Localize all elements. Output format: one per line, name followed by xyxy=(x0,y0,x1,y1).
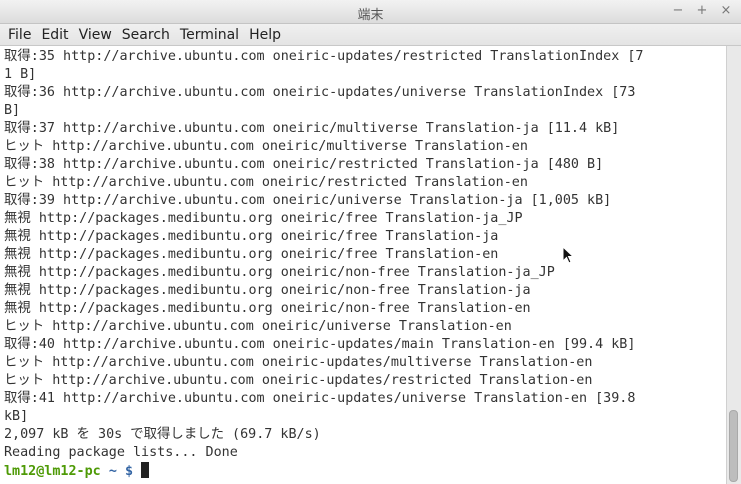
terminal-line: 取得:41 http://archive.ubuntu.com oneiric-… xyxy=(4,391,636,406)
terminal-line: 取得:38 http://archive.ubuntu.com oneiric/… xyxy=(4,157,604,172)
terminal-line: 2,097 kB を 30s で取得しました (69.7 kB/s) xyxy=(4,427,321,442)
terminal-line: 無視 http://packages.medibuntu.org oneiric… xyxy=(4,301,531,316)
menu-search[interactable]: Search xyxy=(117,27,175,43)
terminal-line: 無視 http://packages.medibuntu.org oneiric… xyxy=(4,265,555,280)
terminal-line: kB] xyxy=(4,409,29,424)
terminal-line: 取得:39 http://archive.ubuntu.com oneiric/… xyxy=(4,193,612,208)
prompt-path: ~ xyxy=(108,464,117,479)
terminal-output[interactable]: 取得:35 http://archive.ubuntu.com oneiric-… xyxy=(0,46,726,484)
terminal-line: ヒット http://archive.ubuntu.com oneiric-up… xyxy=(4,373,593,388)
window-title: 端末 xyxy=(357,8,384,23)
terminal-line: ヒット http://archive.ubuntu.com oneiric/un… xyxy=(4,319,512,334)
menu-help[interactable]: Help xyxy=(244,27,286,43)
scrollbar-thumb[interactable] xyxy=(729,410,738,482)
menu-file[interactable]: File xyxy=(3,27,36,43)
terminal-line: ヒット http://archive.ubuntu.com oneiric/re… xyxy=(4,175,528,190)
window-controls: − + × xyxy=(671,3,733,19)
mouse-pointer-icon xyxy=(562,246,574,264)
prompt-line[interactable]: lm12@lm12-pc ~ $ xyxy=(4,462,726,480)
maximize-button[interactable]: + xyxy=(695,3,709,19)
terminal-line: 無視 http://packages.medibuntu.org oneiric… xyxy=(4,247,499,262)
terminal-line: 無視 http://packages.medibuntu.org oneiric… xyxy=(4,211,523,226)
terminal-line: ヒット http://archive.ubuntu.com oneiric/mu… xyxy=(4,139,528,154)
prompt-user-host: lm12@lm12-pc xyxy=(4,464,101,479)
text-cursor xyxy=(141,462,150,478)
terminal-line: 1 B] xyxy=(4,67,37,82)
terminal-line: 無視 http://packages.medibuntu.org oneiric… xyxy=(4,283,531,298)
minimize-button[interactable]: − xyxy=(671,3,685,19)
terminal-line: 取得:36 http://archive.ubuntu.com oneiric-… xyxy=(4,85,636,100)
terminal-line: Reading package lists... Done xyxy=(4,445,238,460)
terminal-line: ヒット http://archive.ubuntu.com oneiric-up… xyxy=(4,355,593,370)
close-button[interactable]: × xyxy=(719,3,733,19)
terminal-line: 取得:37 http://archive.ubuntu.com oneiric/… xyxy=(4,121,620,136)
prompt-symbol: $ xyxy=(124,464,133,479)
vertical-scrollbar[interactable] xyxy=(726,46,741,484)
terminal-line: B] xyxy=(4,103,21,118)
terminal-window: 端末 − + × File Edit View Search Terminal … xyxy=(0,0,741,484)
terminal-line: 取得:35 http://archive.ubuntu.com oneiric-… xyxy=(4,49,644,64)
titlebar[interactable]: 端末 − + × xyxy=(0,0,741,24)
menu-edit[interactable]: Edit xyxy=(36,27,73,43)
terminal-line: 無視 http://packages.medibuntu.org oneiric… xyxy=(4,229,499,244)
menu-terminal[interactable]: Terminal xyxy=(175,27,244,43)
menubar: File Edit View Search Terminal Help xyxy=(0,24,741,46)
terminal-line: 取得:40 http://archive.ubuntu.com oneiric-… xyxy=(4,337,636,352)
menu-view[interactable]: View xyxy=(74,27,117,43)
